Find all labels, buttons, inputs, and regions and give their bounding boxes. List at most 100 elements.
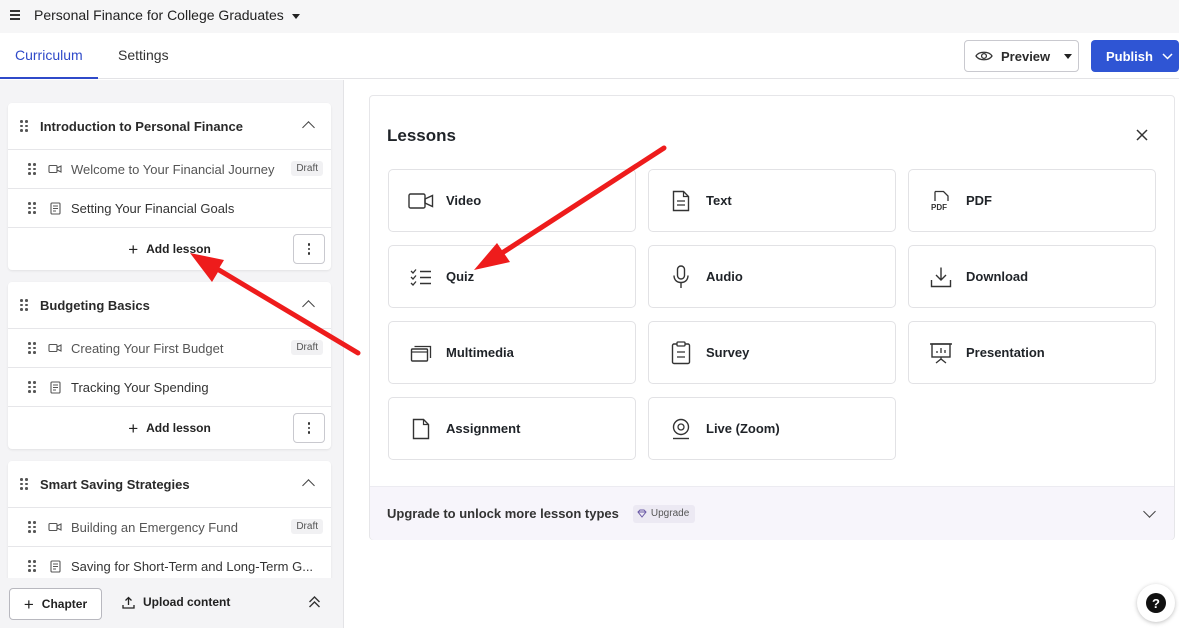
lesson-type-pdf[interactable]: PDF PDF [908, 169, 1156, 232]
drag-handle-icon[interactable] [20, 478, 28, 490]
chevron-down-icon[interactable] [1143, 505, 1156, 518]
close-icon[interactable] [1136, 129, 1148, 141]
chapter-title: Smart Saving Strategies [40, 476, 190, 492]
upgrade-bar[interactable]: Upgrade to unlock more lesson types Upgr… [370, 486, 1174, 540]
video-camera-icon [48, 343, 62, 353]
drag-handle-icon[interactable] [28, 342, 36, 354]
eye-icon [975, 51, 993, 61]
publish-label: Publish [1106, 48, 1153, 64]
lesson-type-label: Video [446, 193, 482, 208]
lesson-item[interactable]: Welcome to Your Financial Journey Draft [8, 150, 331, 189]
more-options-button[interactable] [293, 234, 325, 264]
lesson-title: Tracking Your Spending [71, 379, 209, 395]
lesson-type-label: Live (Zoom) [706, 421, 780, 436]
preview-label: Preview [1001, 48, 1051, 64]
chapter-card: Smart Saving Strategies Building an Emer… [8, 461, 331, 586]
lesson-type-survey[interactable]: Survey [648, 321, 896, 384]
top-bar: Personal Finance for College Graduates [0, 0, 1179, 33]
lesson-title: Building an Emergency Fund [71, 519, 238, 535]
lesson-title: Creating Your First Budget [71, 340, 224, 356]
lesson-type-presentation[interactable]: Presentation [908, 321, 1156, 384]
video-camera-icon [48, 164, 62, 174]
lesson-type-audio[interactable]: Audio [648, 245, 896, 308]
drag-handle-icon[interactable] [20, 120, 28, 132]
lesson-title: Saving for Short-Term and Long-Term G... [71, 558, 314, 574]
lesson-type-quiz[interactable]: Quiz [388, 245, 636, 308]
tab-settings[interactable]: Settings [103, 33, 184, 79]
drag-handle-icon[interactable] [28, 521, 36, 533]
pdf-file-icon: PDF [928, 188, 954, 214]
draft-badge: Draft [291, 161, 323, 176]
lesson-type-live-zoom[interactable]: Live (Zoom) [648, 397, 896, 460]
lesson-item[interactable]: Setting Your Financial Goals [8, 189, 331, 228]
lesson-type-label: Audio [706, 269, 743, 284]
chapter-card: Budgeting Basics Creating Your First Bud… [8, 282, 331, 449]
clipboard-icon [668, 340, 694, 366]
document-text-icon [668, 188, 694, 214]
hamburger-menu-icon[interactable] [10, 10, 20, 22]
download-icon [928, 264, 954, 290]
lesson-type-label: Text [706, 193, 732, 208]
drag-handle-icon[interactable] [20, 299, 28, 311]
lesson-type-assignment[interactable]: Assignment [388, 397, 636, 460]
webcam-icon [668, 416, 694, 442]
caret-down-icon [1064, 53, 1073, 59]
lesson-item[interactable]: Tracking Your Spending [8, 368, 331, 407]
video-camera-icon [408, 188, 434, 214]
lesson-type-label: Quiz [446, 269, 475, 284]
chevron-up-icon[interactable] [302, 479, 315, 492]
lesson-type-multimedia[interactable]: Multimedia [388, 321, 636, 384]
sidebar-footer: + Chapter Upload content [0, 578, 343, 628]
upgrade-badge[interactable]: Upgrade [632, 504, 696, 523]
microphone-icon [668, 264, 694, 290]
chapter-header[interactable]: Introduction to Personal Finance [8, 103, 331, 150]
add-lesson-button[interactable]: Add lesson [146, 421, 211, 435]
chapter-header[interactable]: Budgeting Basics [8, 282, 331, 329]
publish-button[interactable]: Publish [1091, 40, 1179, 72]
tab-curriculum[interactable]: Curriculum [0, 33, 98, 79]
lesson-title: Setting Your Financial Goals [71, 200, 235, 216]
upgrade-badge-label: Upgrade [650, 508, 690, 519]
add-lesson-row: + Add lesson [8, 228, 331, 270]
chapter-card: Introduction to Personal Finance Welcome… [8, 103, 331, 270]
lesson-type-text[interactable]: Text [648, 169, 896, 232]
add-lesson-button[interactable]: Add lesson [146, 242, 211, 256]
add-chapter-button[interactable]: + Chapter [9, 588, 102, 620]
file-icon [408, 416, 434, 442]
chevron-down-icon [1162, 52, 1173, 60]
lesson-item[interactable]: Creating Your First Budget Draft [8, 329, 331, 368]
drag-handle-icon[interactable] [28, 163, 36, 175]
chevron-up-icon[interactable] [302, 300, 315, 313]
help-button[interactable]: ? [1137, 584, 1175, 622]
lesson-type-video[interactable]: Video [388, 169, 636, 232]
more-options-button[interactable] [293, 413, 325, 443]
add-chapter-label: Chapter [41, 597, 88, 611]
tabs-bar: Curriculum Settings Preview Publish [0, 33, 1179, 79]
drag-handle-icon[interactable] [28, 560, 36, 572]
course-title-dropdown[interactable]: Personal Finance for College Graduates [34, 7, 300, 23]
lesson-title: Welcome to Your Financial Journey [71, 161, 275, 177]
lessons-panel: Lessons Video Text PDF PDF Quiz Audio Do… [369, 95, 1175, 540]
lesson-type-download[interactable]: Download [908, 245, 1156, 308]
upgrade-text: Upgrade to unlock more lesson types [387, 506, 619, 521]
draft-badge: Draft [291, 519, 323, 534]
preview-button[interactable]: Preview [964, 40, 1079, 72]
plus-icon: + [128, 239, 139, 259]
chapter-title: Budgeting Basics [40, 297, 150, 313]
lesson-type-label: Multimedia [446, 345, 514, 360]
drag-handle-icon[interactable] [28, 202, 36, 214]
curriculum-sidebar: Introduction to Personal Finance Welcome… [0, 80, 344, 628]
panel-title: Lessons [387, 126, 456, 145]
chapter-header[interactable]: Smart Saving Strategies [8, 461, 331, 508]
chevron-up-icon[interactable] [302, 121, 315, 134]
upload-content-button[interactable]: Upload content [122, 595, 230, 609]
lesson-type-label: Survey [706, 345, 750, 360]
lesson-item[interactable]: Building an Emergency Fund Draft [8, 508, 331, 547]
course-title: Personal Finance for College Graduates [34, 7, 284, 23]
multimedia-icon [408, 340, 434, 366]
double-chevron-up-icon[interactable] [308, 595, 321, 609]
document-text-icon [48, 380, 62, 394]
document-text-icon [48, 201, 62, 215]
drag-handle-icon[interactable] [28, 381, 36, 393]
checklist-icon [408, 264, 434, 290]
